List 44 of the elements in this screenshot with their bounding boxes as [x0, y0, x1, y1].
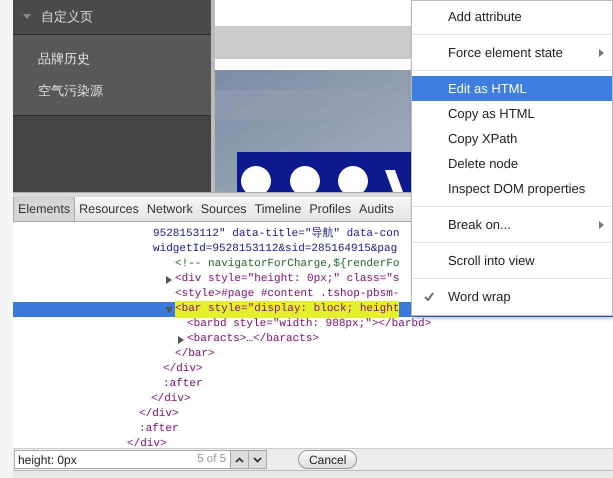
- devtools-tab[interactable]: Sources: [196, 197, 251, 221]
- chevron-down-icon: [253, 456, 262, 462]
- collapsed-triangle-icon[interactable]: [165, 276, 173, 284]
- cancel-button[interactable]: Cancel: [298, 450, 358, 469]
- menu-item[interactable]: Delete node: [412, 151, 612, 176]
- code-line: 9528153112" data-title="导航" data-con: [153, 226, 400, 242]
- previous-match-button[interactable]: [230, 451, 248, 468]
- devtools-tab[interactable]: Timeline: [250, 197, 306, 221]
- next-match-button[interactable]: [248, 451, 266, 468]
- search-input[interactable]: height: 0px: [15, 451, 198, 468]
- code-line: <barbd style="width: 988px;"></barbd>: [187, 317, 432, 332]
- menu-item[interactable]: Scroll into view: [412, 248, 612, 273]
- code-line: :after: [139, 422, 179, 438]
- nav-header[interactable]: 自定义页: [41, 7, 93, 27]
- devtools-tab[interactable]: Profiles: [305, 197, 356, 221]
- code-line: <baracts>…</baracts>: [187, 332, 320, 348]
- code-line: </div>: [163, 362, 203, 378]
- menu-item[interactable]: Add attribute: [412, 4, 612, 29]
- menu-item[interactable]: Inspect DOM properties: [412, 176, 612, 201]
- code-line: <!-- navigatorForCharge,${renderFo: [175, 257, 400, 272]
- collapsed-triangle-icon[interactable]: [177, 336, 185, 344]
- code-line: </bar>: [175, 347, 215, 362]
- devtools-tab[interactable]: Network: [142, 197, 197, 221]
- chevron-up-icon: [235, 456, 244, 462]
- nav-item[interactable]: 空气污染源: [38, 81, 103, 101]
- match-count: 5 of 5: [197, 452, 227, 467]
- menu-item[interactable]: Force element state: [412, 40, 612, 65]
- devtools-tab[interactable]: Resources: [75, 197, 143, 221]
- code-line: <div style="height: 0px;" class="s: [175, 272, 400, 288]
- nav-item[interactable]: 品牌历史: [38, 49, 90, 69]
- code-line: <style>#page #content .tshop-pbsm-: [175, 287, 400, 302]
- code-line: </div>: [127, 437, 167, 448]
- code-line: </div>: [139, 407, 179, 422]
- code-line: widgetId=9528153112&sid=285164915&pag: [153, 242, 398, 258]
- menu-item[interactable]: Copy XPath: [412, 126, 612, 151]
- code-line: :after: [163, 377, 203, 392]
- menu-item[interactable]: Copy as HTML: [412, 101, 612, 126]
- search-field[interactable]: height: 0px 5 of 5: [14, 450, 267, 469]
- caret-down-icon[interactable]: [23, 14, 31, 20]
- menu-item[interactable]: Edit as HTML: [412, 76, 612, 101]
- menu-item[interactable]: Break on...: [412, 212, 612, 237]
- devtools-tab[interactable]: Elements: [13, 197, 76, 221]
- code-line: </div>: [151, 392, 191, 408]
- devtools-tab[interactable]: Audits: [355, 197, 398, 221]
